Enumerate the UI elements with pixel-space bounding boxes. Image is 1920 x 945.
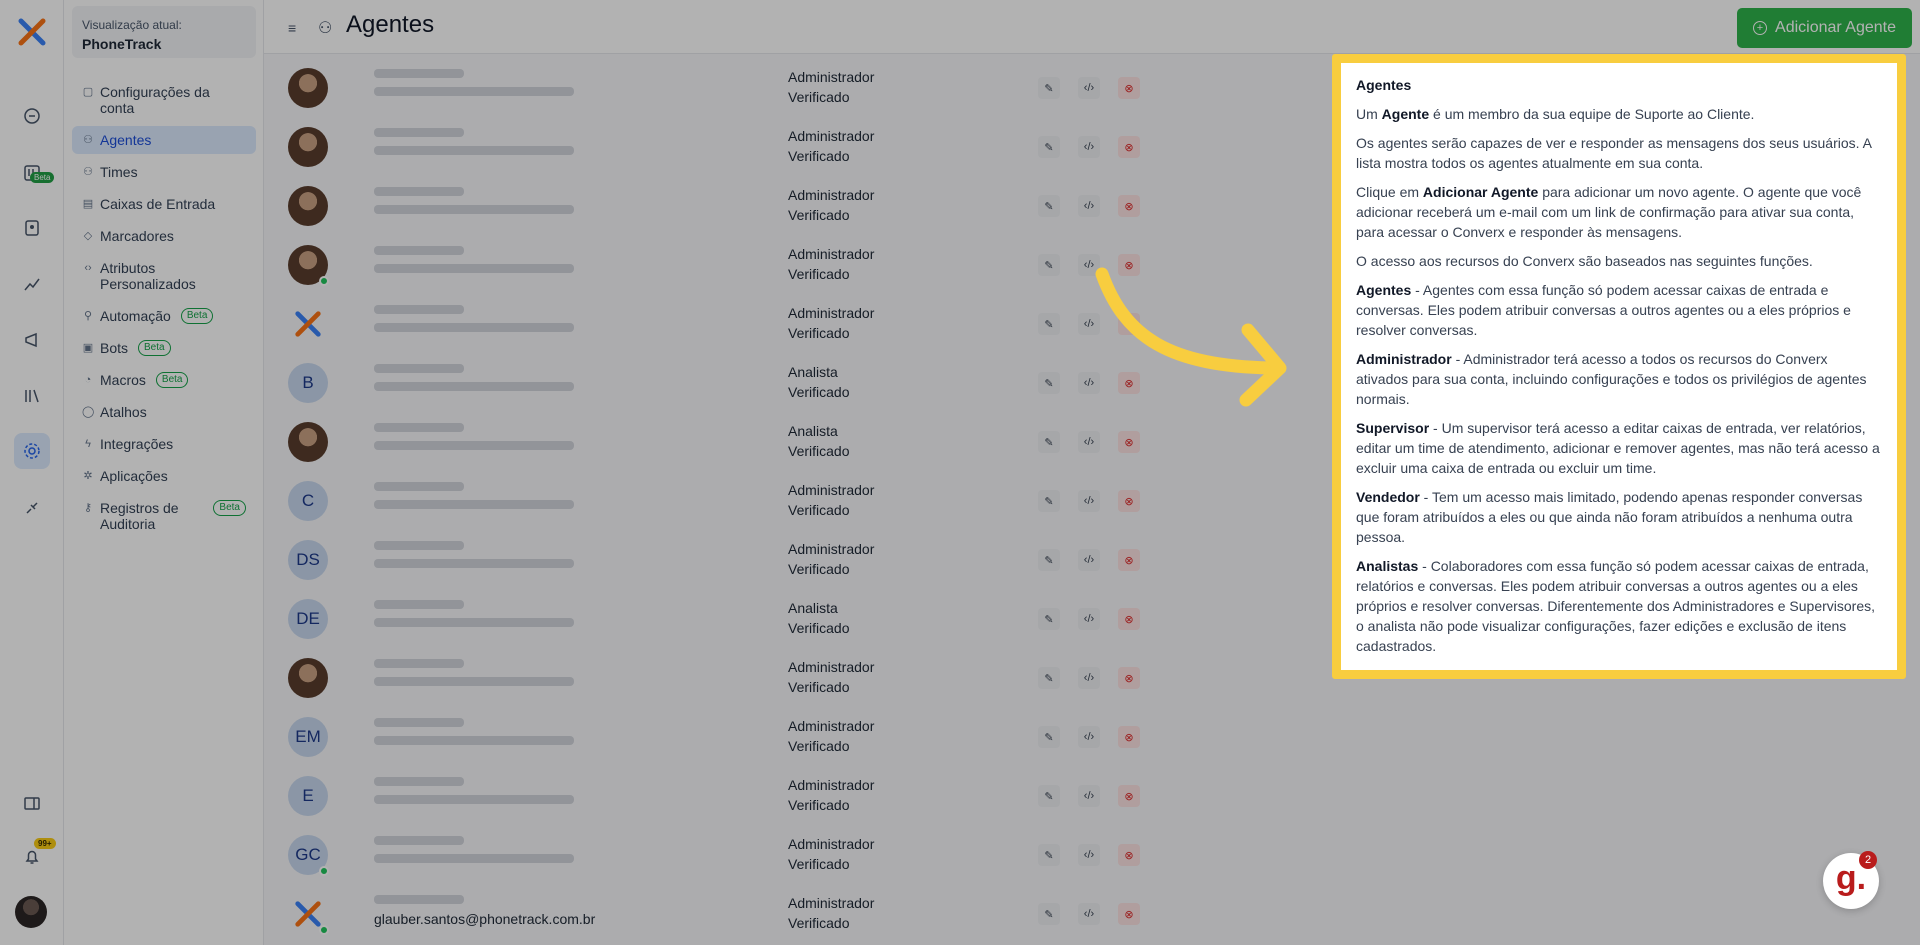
help-paragraph: Clique em Adicionar Agente para adiciona… [1356,182,1882,242]
help-paragraph: Um Agente é um membro da sua equipe de S… [1356,104,1882,124]
help-role-seller: Vendedor - Tem um acesso mais limitado, … [1356,487,1882,547]
help-role-supervisor: Supervisor - Um supervisor terá acesso a… [1356,418,1882,478]
help-text: - Colaboradores com essa função só podem… [1356,558,1876,654]
chat-widget-button[interactable]: g. 2 [1823,851,1879,909]
help-title: Agentes [1356,77,1412,93]
help-paragraph: Os agentes serão capazes de ver e respon… [1356,135,1872,171]
help-role-agents: Agentes - Agentes com essa função só pod… [1356,280,1882,340]
agents-help-panel: Agentes Um Agente é um membro da sua equ… [1332,54,1906,679]
help-role-admin: Administrador - Administrador terá acess… [1356,349,1882,409]
help-bold: Vendedor [1356,489,1420,505]
help-text: Clique em [1356,184,1423,200]
help-bold: Adicionar Agente [1422,184,1539,200]
help-text: - Um supervisor terá acesso a editar cai… [1356,420,1880,476]
help-bold: Agentes [1356,282,1412,298]
help-bold: Agente [1381,106,1430,122]
help-role-analysts: Analistas - Colaboradores com essa funçã… [1356,556,1882,656]
help-text: - Tem um acesso mais limitado, podendo a… [1356,489,1863,545]
help-bold: Supervisor [1356,420,1430,436]
chat-widget-badge: 2 [1859,851,1877,869]
pointer-arrow [1095,267,1287,407]
help-bold: Analistas [1356,558,1419,574]
help-paragraph: O acesso aos recursos do Converx são bas… [1356,253,1813,269]
help-text: - Agentes com essa função só podem acess… [1356,282,1851,338]
help-text: Um [1356,106,1382,122]
help-bold: Administrador [1356,351,1452,367]
help-text: é um membro da sua equipe de Suporte ao … [1429,106,1755,122]
